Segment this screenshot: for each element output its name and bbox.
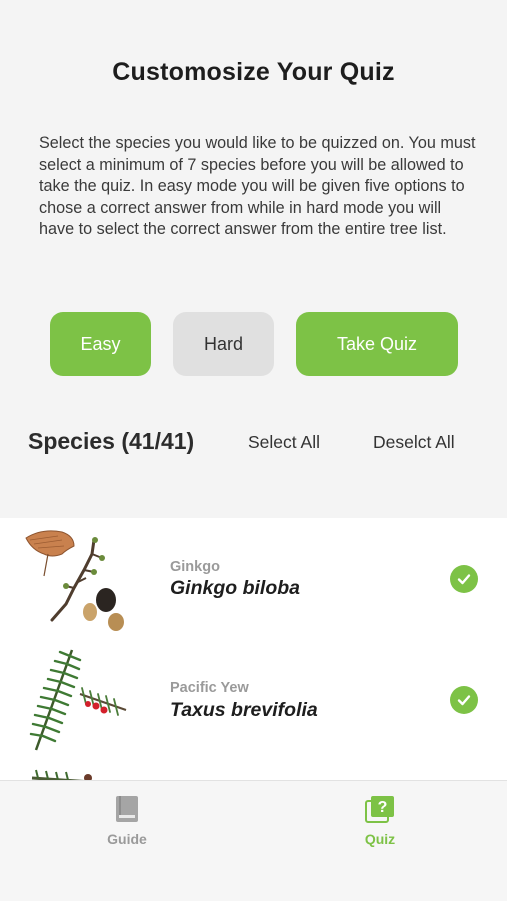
select-all-button[interactable]: Select All	[248, 432, 320, 453]
book-icon	[116, 796, 138, 822]
selected-check-icon[interactable]	[450, 686, 478, 714]
deselect-all-button[interactable]: Deselct All	[373, 432, 455, 453]
species-common-name: Ginkgo	[170, 559, 220, 575]
species-common-name: Pacific Yew	[170, 680, 249, 696]
take-quiz-button[interactable]: Take Quiz	[296, 312, 458, 376]
yew-branch-image	[29, 649, 127, 751]
easy-mode-button[interactable]: Easy	[50, 312, 151, 376]
conifer-branch-image	[31, 769, 92, 780]
tab-guide[interactable]: Guide	[87, 795, 167, 847]
species-row-partial[interactable]	[0, 762, 507, 780]
species-scientific-name: Taxus brevifolia	[170, 699, 318, 721]
bottom-tab-bar: Guide ? Quiz	[0, 780, 507, 901]
tab-quiz-label: Quiz	[364, 831, 396, 847]
quiz-description: Select the species you would like to be …	[39, 134, 476, 238]
species-list: Ginkgo Ginkgo biloba Pacific Yew Taxus b…	[0, 518, 507, 780]
tab-quiz[interactable]: ? Quiz	[340, 795, 420, 847]
species-count-heading: Species (41/41)	[28, 428, 195, 454]
ginkgo-branch-image	[25, 530, 124, 631]
svg-text:?: ?	[378, 799, 388, 816]
hard-mode-button[interactable]: Hard	[173, 312, 274, 376]
quiz-icon: ?	[365, 796, 394, 823]
species-row-pacific-yew[interactable]: Pacific Yew Taxus brevifolia	[0, 640, 507, 762]
page-title: Customosize Your Quiz	[112, 58, 395, 86]
species-row-ginkgo[interactable]: Ginkgo Ginkgo biloba	[0, 518, 507, 640]
selected-check-icon[interactable]	[450, 565, 478, 593]
tab-guide-label: Guide	[107, 831, 147, 847]
species-scientific-name: Ginkgo biloba	[170, 577, 300, 599]
